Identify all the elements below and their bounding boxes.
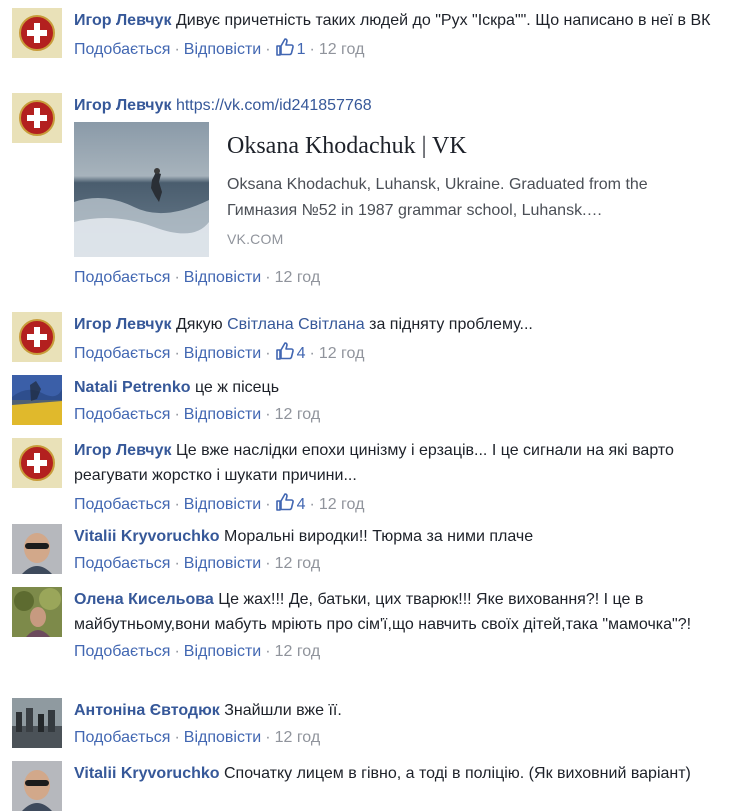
author-name[interactable]: Vitalii Kryvoruchko xyxy=(74,765,220,782)
preview-image[interactable] xyxy=(74,122,209,257)
like-count[interactable]: 4 xyxy=(297,345,306,362)
thumbs-up-icon[interactable] xyxy=(275,492,295,512)
author-name[interactable]: Игор Левчук xyxy=(74,442,172,459)
avatar[interactable] xyxy=(12,375,62,425)
mention-link[interactable]: Світлана Світлана xyxy=(227,316,365,333)
crowd-photo-avatar-icon xyxy=(12,698,62,748)
timestamp[interactable]: 12 год xyxy=(319,345,365,362)
author-name[interactable]: Олена Кисельова xyxy=(74,591,214,608)
like-button[interactable]: Подобається xyxy=(74,41,170,58)
preview-title[interactable]: Oksana Khodachuk | VK xyxy=(227,134,467,159)
emblem-avatar-icon xyxy=(12,312,62,362)
comment-text: Дивує причетність таких людей до "Рух "І… xyxy=(175,12,711,29)
like-button[interactable]: Подобається xyxy=(74,406,170,423)
author-name[interactable]: Антоніна Євтодюк xyxy=(74,702,220,719)
timestamp[interactable]: 12 год xyxy=(319,496,365,513)
comment-text: Знайшли вже її. xyxy=(224,702,342,719)
timestamp[interactable]: 12 год xyxy=(275,269,321,286)
preview-domain: VK.COM xyxy=(227,231,284,247)
timestamp[interactable]: 12 год xyxy=(275,729,321,746)
reply-button[interactable]: Відповісти xyxy=(184,269,261,286)
comment-actions: Подобається · Відповісти · 12 год xyxy=(74,729,321,746)
reply-button[interactable]: Відповісти xyxy=(184,729,261,746)
reply-button[interactable]: Відповісти xyxy=(184,555,261,572)
like-button[interactable]: Подобається xyxy=(74,555,170,572)
reply-button[interactable]: Відповісти xyxy=(184,643,261,660)
avatar[interactable] xyxy=(12,93,62,143)
thumbs-up-icon[interactable] xyxy=(275,341,295,361)
like-count[interactable]: 4 xyxy=(297,496,306,513)
emblem-avatar-icon xyxy=(12,438,62,488)
reply-button[interactable]: Відповісти xyxy=(184,345,261,362)
reply-button[interactable]: Відповісти xyxy=(184,496,261,513)
preview-description: Oksana Khodachuk, Luhansk, Ukraine. Grad… xyxy=(227,176,648,219)
like-count[interactable]: 1 xyxy=(297,41,306,58)
emblem-avatar-icon xyxy=(12,93,62,143)
comment-actions: Подобається · Відповісти · 4 · 12 год xyxy=(74,341,724,365)
like-button[interactable]: Подобається xyxy=(74,729,170,746)
comment-text: Дякую xyxy=(175,316,223,333)
avatar[interactable] xyxy=(12,761,62,811)
like-button[interactable]: Подобається xyxy=(74,496,170,513)
comment-actions: Подобається · Відповісти · 1 · 12 год xyxy=(74,37,724,61)
man-photo-avatar-icon xyxy=(12,761,62,811)
like-button[interactable]: Подобається xyxy=(74,345,170,362)
timestamp[interactable]: 12 год xyxy=(275,406,321,423)
comment-text: це ж пісець xyxy=(194,379,280,396)
comment-actions: Подобається · Відповісти · 4 · 12 год xyxy=(74,492,724,516)
avatar[interactable] xyxy=(12,524,62,574)
emblem-avatar-icon xyxy=(12,8,62,58)
avatar[interactable] xyxy=(12,587,62,637)
author-name[interactable]: Игор Левчук xyxy=(74,316,172,333)
link-preview[interactable]: Oksana Khodachuk | VK Oksana Khodachuk, … xyxy=(74,122,674,257)
like-button[interactable]: Подобається xyxy=(74,643,170,660)
comment-actions: Подобається · Відповісти · 12 год xyxy=(74,406,321,423)
timestamp[interactable]: 12 год xyxy=(275,555,321,572)
timestamp[interactable]: 12 год xyxy=(319,41,365,58)
nature-photo-avatar-icon xyxy=(12,587,62,637)
flag-photo-avatar-icon xyxy=(12,375,62,425)
comment-link[interactable]: https://vk.com/id241857768 xyxy=(176,97,372,114)
author-name[interactable]: Natali Petrenko xyxy=(74,379,190,396)
avatar[interactable] xyxy=(12,8,62,58)
author-name[interactable]: Игор Левчук xyxy=(74,12,172,29)
comment-text: за підняту проблему... xyxy=(369,316,533,333)
avatar[interactable] xyxy=(12,698,62,748)
thumbs-up-icon[interactable] xyxy=(275,37,295,57)
comment-actions: Подобається · Відповісти · 12 год xyxy=(74,555,321,572)
reply-button[interactable]: Відповісти xyxy=(184,41,261,58)
timestamp[interactable]: 12 год xyxy=(275,643,321,660)
author-name[interactable]: Игор Левчук xyxy=(74,97,172,114)
comment-actions: Подобається · Відповісти · 12 год xyxy=(74,643,321,660)
comment-text: Моральні виродки!! Тюрма за ними плаче xyxy=(223,528,534,545)
man-photo-avatar-icon xyxy=(12,524,62,574)
comment-actions: Подобається · Відповісти · 12 год xyxy=(74,269,321,286)
like-button[interactable]: Подобається xyxy=(74,269,170,286)
avatar[interactable] xyxy=(12,312,62,362)
author-name[interactable]: Vitalii Kryvoruchko xyxy=(74,528,220,545)
avatar[interactable] xyxy=(12,438,62,488)
comment-text: Спочатку лицем в гівно, а тоді в поліцію… xyxy=(223,765,691,782)
reply-button[interactable]: Відповісти xyxy=(184,406,261,423)
